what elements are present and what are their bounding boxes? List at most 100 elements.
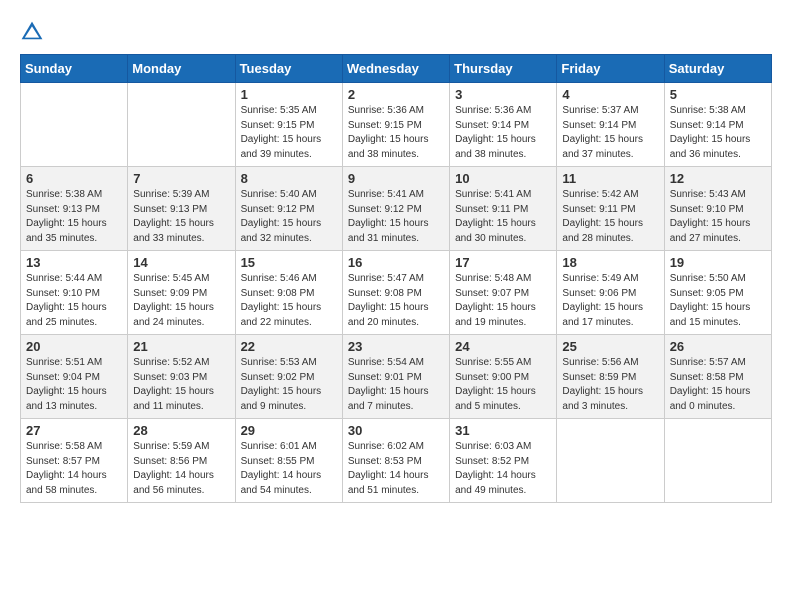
day-detail: Sunrise: 5:43 AM Sunset: 9:10 PM Dayligh… (670, 188, 766, 246)
day-number: 29 (241, 423, 337, 438)
calendar-week-3: 13 Sunrise: 5:44 AM Sunset: 9:10 PM Dayli… (21, 251, 772, 335)
day-number: 10 (455, 171, 551, 186)
logo-icon (20, 20, 44, 44)
calendar-cell: 7 Sunrise: 5:39 AM Sunset: 9:13 PM Daylig… (128, 167, 235, 251)
calendar-cell: 9 Sunrise: 5:41 AM Sunset: 9:12 PM Daylig… (342, 167, 449, 251)
day-detail: Sunrise: 5:44 AM Sunset: 9:10 PM Dayligh… (26, 272, 122, 330)
day-number: 1 (241, 87, 337, 102)
day-number: 4 (562, 87, 658, 102)
day-detail: Sunrise: 5:57 AM Sunset: 8:58 PM Dayligh… (670, 356, 766, 414)
calendar-cell: 24Sunrise: 5:55 AM Sunset: 9:00 PM Dayli… (450, 335, 557, 419)
day-number: 20 (26, 339, 122, 354)
column-header-saturday: Saturday (664, 55, 771, 83)
day-number: 17 (455, 255, 551, 270)
day-detail: Sunrise: 5:49 AM Sunset: 9:06 PM Dayligh… (562, 272, 658, 330)
column-header-thursday: Thursday (450, 55, 557, 83)
calendar-cell: 22 Sunrise: 5:53 AM Sunset: 9:02 PM Dayli… (235, 335, 342, 419)
day-detail: Sunrise: 6:01 AM Sunset: 8:55 PM Dayligh… (241, 440, 337, 498)
day-number: 7 (133, 171, 229, 186)
day-number: 5 (670, 87, 766, 102)
day-number: 16 (348, 255, 444, 270)
calendar-cell: 25 Sunrise: 5:56 AM Sunset: 8:59 PM Dayli… (557, 335, 664, 419)
column-header-tuesday: Tuesday (235, 55, 342, 83)
day-number: 28 (133, 423, 229, 438)
day-detail: Sunrise: 5:45 AM Sunset: 9:09 PM Dayligh… (133, 272, 229, 330)
day-number: 14 (133, 255, 229, 270)
calendar-cell: 1 Sunrise: 5:35 AM Sunset: 9:15 PM Daylig… (235, 83, 342, 167)
calendar-cell: 10 Sunrise: 5:41 AM Sunset: 9:11 PM Dayli… (450, 167, 557, 251)
calendar-cell: 11 Sunrise: 5:42 AM Sunset: 9:11 PM Dayli… (557, 167, 664, 251)
day-detail: Sunrise: 5:58 AM Sunset: 8:57 PM Dayligh… (26, 440, 122, 498)
calendar-cell: 14 Sunrise: 5:45 AM Sunset: 9:09 PM Dayli… (128, 251, 235, 335)
day-number: 22 (241, 339, 337, 354)
column-header-wednesday: Wednesday (342, 55, 449, 83)
day-number: 26 (670, 339, 766, 354)
day-number: 24 (455, 339, 551, 354)
day-number: 2 (348, 87, 444, 102)
day-detail: Sunrise: 5:50 AM Sunset: 9:05 PM Dayligh… (670, 272, 766, 330)
calendar-cell (557, 419, 664, 503)
day-detail: Sunrise: 5:35 AM Sunset: 9:15 PM Dayligh… (241, 104, 337, 162)
page-header (20, 20, 772, 44)
day-number: 25 (562, 339, 658, 354)
calendar-cell (664, 419, 771, 503)
day-detail: Sunrise: 5:52 AM Sunset: 9:03 PM Dayligh… (133, 356, 229, 414)
calendar-cell: 20 Sunrise: 5:51 AM Sunset: 9:04 PM Dayli… (21, 335, 128, 419)
day-detail: Sunrise: 5:36 AM Sunset: 9:14 PM Dayligh… (455, 104, 551, 162)
day-detail: Sunrise: 5:54 AM Sunset: 9:01 PM Dayligh… (348, 356, 444, 414)
day-detail: Sunrise: 5:39 AM Sunset: 9:13 PM Dayligh… (133, 188, 229, 246)
day-number: 13 (26, 255, 122, 270)
day-detail: Sunrise: 5:38 AM Sunset: 9:14 PM Dayligh… (670, 104, 766, 162)
day-detail: Sunrise: 5:53 AM Sunset: 9:02 PM Dayligh… (241, 356, 337, 414)
day-number: 27 (26, 423, 122, 438)
day-detail: Sunrise: 5:37 AM Sunset: 9:14 PM Dayligh… (562, 104, 658, 162)
calendar-cell: 18 Sunrise: 5:49 AM Sunset: 9:06 PM Dayli… (557, 251, 664, 335)
day-detail: Sunrise: 5:41 AM Sunset: 9:11 PM Dayligh… (455, 188, 551, 246)
day-number: 3 (455, 87, 551, 102)
logo (20, 20, 48, 44)
calendar-table: SundayMondayTuesdayWednesdayThursdayFrid… (20, 54, 772, 503)
day-number: 21 (133, 339, 229, 354)
calendar-cell: 13 Sunrise: 5:44 AM Sunset: 9:10 PM Dayli… (21, 251, 128, 335)
column-header-friday: Friday (557, 55, 664, 83)
calendar-cell: 28 Sunrise: 5:59 AM Sunset: 8:56 PM Dayli… (128, 419, 235, 503)
day-detail: Sunrise: 5:42 AM Sunset: 9:11 PM Dayligh… (562, 188, 658, 246)
day-number: 19 (670, 255, 766, 270)
day-number: 12 (670, 171, 766, 186)
day-detail: Sunrise: 5:56 AM Sunset: 8:59 PM Dayligh… (562, 356, 658, 414)
calendar-cell: 3 Sunrise: 5:36 AM Sunset: 9:14 PM Daylig… (450, 83, 557, 167)
day-detail: Sunrise: 5:51 AM Sunset: 9:04 PM Dayligh… (26, 356, 122, 414)
day-number: 23 (348, 339, 444, 354)
calendar-cell: 2Sunrise: 5:36 AM Sunset: 9:15 PM Daylig… (342, 83, 449, 167)
calendar-cell (21, 83, 128, 167)
day-detail: Sunrise: 5:59 AM Sunset: 8:56 PM Dayligh… (133, 440, 229, 498)
calendar-cell: 27 Sunrise: 5:58 AM Sunset: 8:57 PM Dayli… (21, 419, 128, 503)
day-number: 31 (455, 423, 551, 438)
calendar-cell: 23 Sunrise: 5:54 AM Sunset: 9:01 PM Dayli… (342, 335, 449, 419)
day-detail: Sunrise: 5:46 AM Sunset: 9:08 PM Dayligh… (241, 272, 337, 330)
calendar-cell: 21 Sunrise: 5:52 AM Sunset: 9:03 PM Dayli… (128, 335, 235, 419)
calendar-cell: 19 Sunrise: 5:50 AM Sunset: 9:05 PM Dayli… (664, 251, 771, 335)
day-detail: Sunrise: 5:41 AM Sunset: 9:12 PM Dayligh… (348, 188, 444, 246)
day-detail: Sunrise: 6:02 AM Sunset: 8:53 PM Dayligh… (348, 440, 444, 498)
day-detail: Sunrise: 5:38 AM Sunset: 9:13 PM Dayligh… (26, 188, 122, 246)
calendar-cell: 16 Sunrise: 5:47 AM Sunset: 9:08 PM Dayli… (342, 251, 449, 335)
calendar-cell: 4 Sunrise: 5:37 AM Sunset: 9:14 PM Daylig… (557, 83, 664, 167)
day-number: 9 (348, 171, 444, 186)
day-detail: Sunrise: 5:47 AM Sunset: 9:08 PM Dayligh… (348, 272, 444, 330)
calendar-cell: 17 Sunrise: 5:48 AM Sunset: 9:07 PM Dayli… (450, 251, 557, 335)
calendar-header-row: SundayMondayTuesdayWednesdayThursdayFrid… (21, 55, 772, 83)
day-number: 18 (562, 255, 658, 270)
calendar-cell: 8 Sunrise: 5:40 AM Sunset: 9:12 PM Daylig… (235, 167, 342, 251)
day-detail: Sunrise: 5:40 AM Sunset: 9:12 PM Dayligh… (241, 188, 337, 246)
day-number: 8 (241, 171, 337, 186)
calendar-cell: 15 Sunrise: 5:46 AM Sunset: 9:08 PM Dayli… (235, 251, 342, 335)
calendar-cell: 5 Sunrise: 5:38 AM Sunset: 9:14 PM Daylig… (664, 83, 771, 167)
calendar-cell: 6 Sunrise: 5:38 AM Sunset: 9:13 PM Daylig… (21, 167, 128, 251)
day-number: 6 (26, 171, 122, 186)
calendar-cell: 31Sunrise: 6:03 AM Sunset: 8:52 PM Dayli… (450, 419, 557, 503)
day-detail: Sunrise: 5:48 AM Sunset: 9:07 PM Dayligh… (455, 272, 551, 330)
column-header-monday: Monday (128, 55, 235, 83)
day-number: 15 (241, 255, 337, 270)
day-number: 11 (562, 171, 658, 186)
